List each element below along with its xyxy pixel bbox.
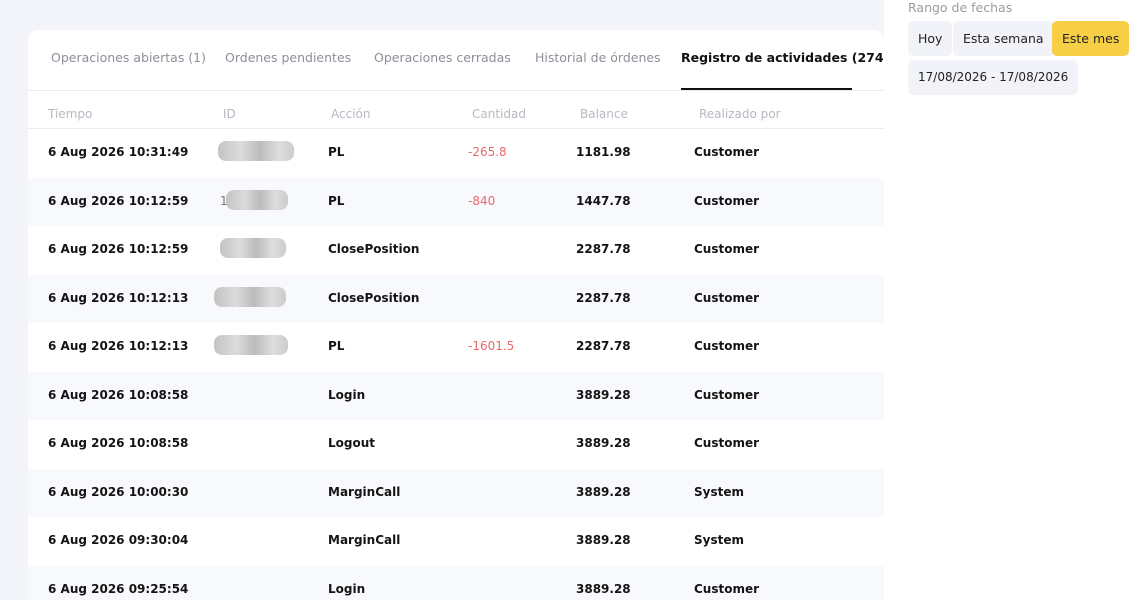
cell-action: Login [328, 581, 366, 596]
redacted-id [214, 335, 288, 355]
table-header: Tiempo ID Acción Cantidad Balance Realiz… [28, 106, 884, 129]
table-row[interactable]: 6 Aug 2026 09:30:04 MarginCall 3889.28 S… [28, 517, 884, 566]
cell-time: 6 Aug 2026 10:08:58 [48, 387, 189, 402]
cell-time: 6 Aug 2026 10:12:59 [48, 242, 189, 256]
tab-order-history[interactable]: Historial de órdenes [535, 50, 661, 65]
activity-table-body: 6 Aug 2026 10:31:49 PL -265.8 1181.98 Cu… [28, 129, 884, 600]
cell-balance: 3889.28 [576, 581, 631, 596]
tab-closed-positions[interactable]: Operaciones cerradas [374, 50, 511, 65]
cell-action: Logout [328, 436, 376, 450]
column-header-action[interactable]: Acción [331, 107, 370, 121]
cell-performed-by: Customer [694, 290, 760, 305]
tab-activity-log[interactable]: Registro de actividades (274) [681, 50, 884, 65]
cell-balance: 3889.28 [576, 436, 631, 450]
cell-action: MarginCall [328, 484, 401, 499]
cell-balance: 2287.78 [576, 339, 631, 353]
table-row[interactable]: 6 Aug 2026 10:08:58 Logout 3889.28 Custo… [28, 420, 884, 469]
cell-action: ClosePosition [328, 242, 420, 256]
table-row[interactable]: 6 Aug 2026 10:12:59 1 PL -840 1447.78 Cu… [28, 177, 884, 226]
cell-time: 6 Aug 2026 09:25:54 [48, 581, 189, 596]
cell-balance: 1181.98 [576, 145, 631, 159]
cell-time: 6 Aug 2026 10:12:13 [48, 339, 189, 353]
table-row[interactable]: 6 Aug 2026 10:31:49 PL -265.8 1181.98 Cu… [28, 129, 884, 178]
table-row[interactable]: 6 Aug 2026 10:12:13 PL -1601.5 2287.78 C… [28, 323, 884, 372]
cell-performed-by: Customer [694, 436, 760, 450]
cell-balance: 3889.28 [576, 387, 631, 402]
range-today-button[interactable]: Hoy [908, 21, 953, 56]
range-this-week-button[interactable]: Esta semana [953, 21, 1054, 56]
cell-action: PL [328, 339, 345, 353]
table-row[interactable]: 6 Aug 2026 10:00:30 MarginCall 3889.28 S… [28, 468, 884, 517]
redacted-id [218, 141, 294, 161]
table-row[interactable]: 6 Aug 2026 09:25:54 Login 3889.28 Custom… [28, 565, 884, 600]
range-this-month-button[interactable]: Este mes [1052, 21, 1130, 56]
table-row[interactable]: 6 Aug 2026 10:08:58 Login 3889.28 Custom… [28, 371, 884, 420]
activity-panel: Operaciones abiertas (1) Ordenes pendien… [28, 30, 884, 600]
cell-balance: 3889.28 [576, 484, 631, 499]
cell-time: 6 Aug 2026 10:31:49 [48, 145, 189, 159]
cell-time: 6 Aug 2026 10:12:13 [48, 290, 189, 305]
cell-amount: -265.8 [468, 145, 507, 159]
cell-amount: -840 [468, 193, 496, 208]
cell-performed-by: Customer [694, 581, 760, 596]
table-row[interactable]: 6 Aug 2026 10:12:59 ClosePosition 2287.7… [28, 226, 884, 275]
cell-performed-by: Customer [694, 242, 760, 256]
cell-amount: -1601.5 [468, 339, 515, 353]
date-range-panel: Rango de fechas Hoy Esta semana Este mes… [884, 0, 1138, 600]
cell-action: PL [328, 145, 345, 159]
cell-action: ClosePosition [328, 290, 420, 305]
tab-open-positions[interactable]: Operaciones abiertas (1) [51, 50, 206, 65]
cell-balance: 3889.28 [576, 533, 631, 547]
cell-balance: 2287.78 [576, 242, 631, 256]
cell-time: 6 Aug 2026 09:30:04 [48, 533, 189, 547]
cell-performed-by: Customer [694, 193, 760, 208]
date-range-title: Rango de fechas [908, 0, 1013, 15]
cell-time: 6 Aug 2026 10:12:59 [48, 193, 189, 208]
cell-balance: 2287.78 [576, 290, 631, 305]
active-tab-indicator [681, 88, 852, 90]
column-header-balance[interactable]: Balance [580, 107, 628, 121]
column-header-time[interactable]: Tiempo [48, 107, 92, 121]
table-row[interactable]: 6 Aug 2026 10:12:13 ClosePosition 2287.7… [28, 274, 884, 323]
redacted-id [214, 286, 286, 307]
cell-time: 6 Aug 2026 10:08:58 [48, 436, 189, 450]
tab-pending-orders[interactable]: Ordenes pendientes [225, 50, 351, 65]
cell-time: 6 Aug 2026 10:00:30 [48, 484, 189, 499]
cell-performed-by: Customer [694, 339, 760, 353]
cell-performed-by: Customer [694, 387, 760, 402]
column-header-id[interactable]: ID [223, 107, 236, 121]
redacted-id [226, 189, 288, 210]
cell-performed-by: System [694, 484, 744, 499]
cell-action: MarginCall [328, 533, 401, 547]
column-header-performed-by[interactable]: Realizado por [699, 107, 781, 121]
cell-balance: 1447.78 [576, 193, 631, 208]
column-header-amount[interactable]: Cantidad [472, 107, 526, 121]
cell-performed-by: Customer [694, 145, 760, 159]
cell-performed-by: System [694, 533, 744, 547]
redacted-id [220, 238, 286, 258]
date-range-picker[interactable]: 17/08/2026 - 17/08/2026 [908, 60, 1079, 95]
cell-action: PL [328, 193, 345, 208]
cell-action: Login [328, 387, 366, 402]
tab-bar: Operaciones abiertas (1) Ordenes pendien… [28, 30, 884, 91]
